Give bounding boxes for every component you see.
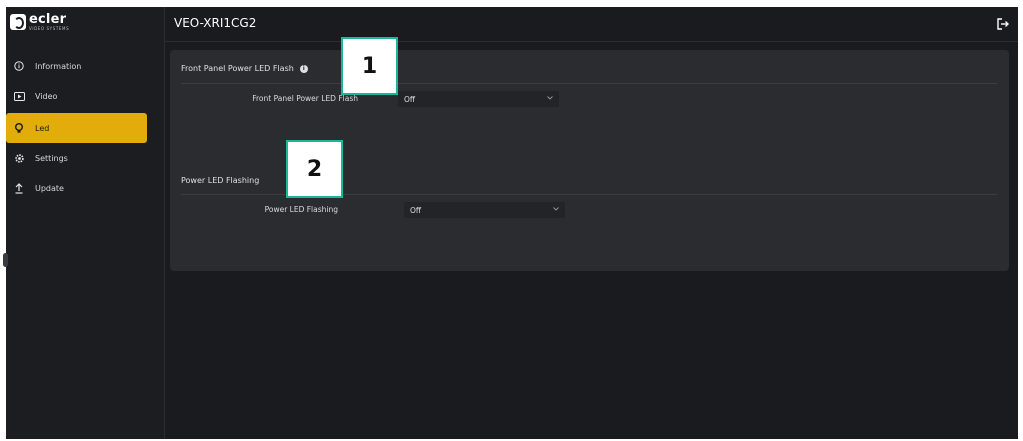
sidebar-item-label: Led [35, 123, 50, 133]
sidebar: ecler VIDEO SYSTEMS Information Video Le… [6, 7, 165, 439]
upload-icon [12, 181, 26, 195]
front-panel-led-flash-select[interactable]: Off [398, 91, 559, 107]
chevron-down-icon [553, 206, 559, 212]
info-circle-icon [12, 59, 26, 73]
sidebar-item-settings[interactable]: Settings [6, 143, 164, 173]
sidebar-item-led[interactable]: Led [6, 113, 147, 143]
section-divider [181, 83, 997, 84]
brand-sub: VIDEO SYSTEMS [29, 26, 70, 31]
top-header: VEO-XRI1CG2 [165, 7, 1018, 42]
bulb-icon [12, 121, 26, 135]
section-title-power-led: Power LED Flashing [181, 176, 260, 185]
chevron-down-icon [547, 95, 553, 101]
sidebar-item-label: Video [35, 91, 58, 101]
page-title: VEO-XRI1CG2 [174, 16, 257, 30]
callout-1: 1 [341, 37, 398, 95]
brand-logo: ecler VIDEO SYSTEMS [10, 11, 69, 33]
field-label-power-led-flashing: Power LED Flashing [264, 205, 338, 214]
gear-icon [12, 151, 26, 165]
select-value: Off [410, 205, 422, 215]
sidebar-item-update[interactable]: Update [6, 173, 164, 203]
logout-icon[interactable] [996, 16, 1010, 30]
sidebar-item-video[interactable]: Video [6, 81, 164, 111]
video-icon [12, 89, 26, 103]
select-value: Off [404, 94, 416, 104]
sidebar-collapse-handle[interactable] [3, 253, 8, 267]
section-title-front-panel: Front Panel Power LED Flash i [181, 64, 308, 73]
field-label-front-panel-led-flash: Front Panel Power LED Flash [252, 94, 358, 103]
sidebar-item-label: Update [35, 183, 64, 193]
power-led-flashing-select[interactable]: Off [404, 202, 565, 218]
app-window: ecler VIDEO SYSTEMS Information Video Le… [3, 7, 1018, 439]
sidebar-item-information[interactable]: Information [6, 51, 164, 81]
sidebar-nav: Information Video Led Settings Update [6, 51, 164, 203]
info-icon[interactable]: i [299, 64, 308, 73]
callout-2: 2 [286, 140, 343, 198]
brand-word: ecler [29, 12, 67, 27]
ecler-logo-icon [10, 14, 26, 30]
sidebar-item-label: Information [35, 61, 82, 71]
sidebar-item-label: Settings [35, 153, 68, 163]
